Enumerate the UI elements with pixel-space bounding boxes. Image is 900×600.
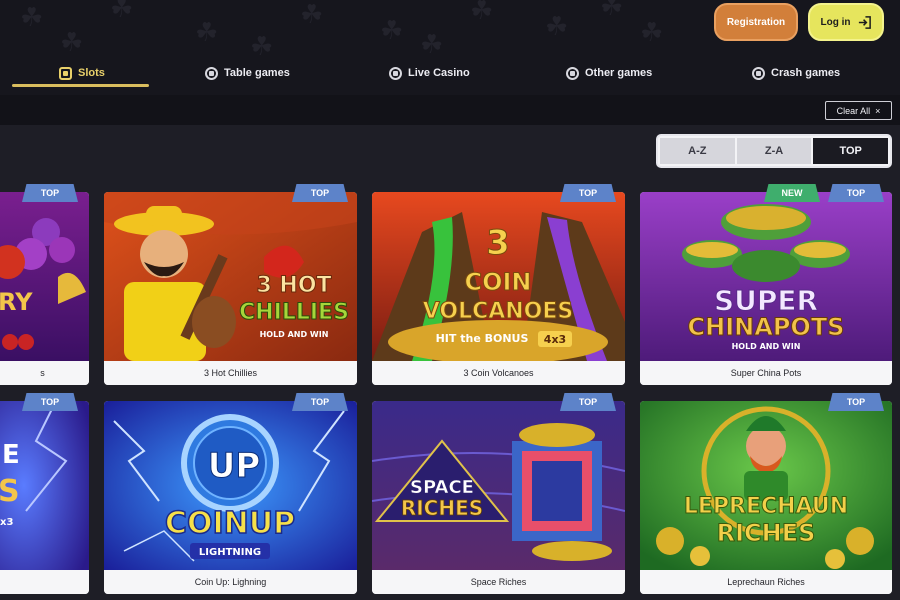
sort-top-button[interactable]: TOP	[813, 138, 889, 164]
svg-text:RY: RY	[0, 288, 33, 316]
game-name: Coin Up: Lighning	[104, 570, 357, 594]
game-thumbnail: 3 HOT CHILLIES HOLD AND WIN	[104, 192, 357, 361]
sort-toggle: A-Z Z-A TOP	[656, 134, 892, 168]
top-badge: TOP	[828, 393, 884, 411]
clear-all-label: Clear All	[836, 105, 871, 116]
svg-text:E: E	[2, 440, 20, 470]
game-art-subtitle: LIGHTNING	[199, 547, 261, 558]
game-art-title: RICHES	[717, 519, 816, 547]
clover-decoration-icon: ☘	[640, 18, 664, 48]
game-name: Space Riches	[372, 570, 625, 594]
game-card[interactable]: SPACE RICHES Space Riches	[372, 401, 625, 594]
clover-decoration-icon: ☘	[470, 0, 494, 26]
game-thumbnail: UP COINUP LIGHTNING	[104, 401, 357, 570]
game-art-title: 3 HOT	[256, 273, 331, 298]
game-art-subtitle: HOLD AND WIN	[732, 342, 801, 351]
tab-other-games[interactable]: Other games	[566, 56, 652, 90]
game-art-title: CHINAPOTS	[688, 313, 845, 341]
svg-text:x3: x3	[0, 517, 13, 528]
tab-label: Table games	[224, 67, 290, 79]
top-badge: TOP	[828, 184, 884, 202]
clover-decoration-icon: ☘	[110, 0, 134, 24]
game-name: s	[0, 361, 89, 385]
clover-decoration-icon: ☘	[545, 12, 569, 42]
clover-decoration-icon: ☘	[420, 30, 444, 60]
login-label: Log in	[820, 16, 851, 28]
game-thumbnail: RY	[0, 192, 89, 361]
game-card[interactable]: RY s	[0, 192, 89, 385]
game-art-title: RICHES	[401, 496, 483, 520]
tab-table-games[interactable]: Table games	[205, 56, 290, 90]
top-badge: TOP	[22, 184, 78, 202]
other-games-icon	[566, 66, 579, 80]
live-casino-icon	[389, 66, 402, 80]
tab-label: Live Casino	[408, 67, 470, 79]
login-button[interactable]: Log in	[808, 3, 884, 41]
game-name: 3 Hot Chillies	[104, 361, 357, 385]
game-card[interactable]: LEPRECHAUN RICHES Leprechaun Riches	[640, 401, 892, 594]
game-card[interactable]: SUPER CHINAPOTS HOLD AND WIN Super China…	[640, 192, 892, 385]
clover-decoration-icon: ☘	[300, 0, 324, 30]
slots-icon	[59, 66, 72, 80]
game-thumbnail: 3 COIN VOLCANOES HIT the BONUS 4x3	[372, 192, 625, 361]
game-art-title: 3	[486, 223, 510, 263]
game-name: 3 Coin Volcanoes	[372, 361, 625, 385]
svg-text:S: S	[0, 474, 20, 509]
game-card[interactable]: UP COINUP LIGHTNING Coin Up: Lighning	[104, 401, 357, 594]
game-art-title: VOLCANOES	[423, 299, 574, 324]
top-badge: TOP	[560, 393, 616, 411]
tab-crash-games[interactable]: Crash games	[752, 56, 840, 90]
tab-label: Crash games	[771, 67, 841, 79]
game-art-title: LEPRECHAUN	[684, 494, 848, 519]
game-thumbnail: SPACE RICHES	[372, 401, 625, 570]
crash-games-icon	[752, 66, 765, 80]
top-badge: TOP	[22, 393, 78, 411]
game-name	[0, 570, 89, 594]
clover-decoration-icon: ☘	[380, 16, 404, 46]
top-badge: TOP	[292, 393, 348, 411]
active-tab-underline	[12, 84, 149, 87]
sort-a-z-button[interactable]: A-Z	[660, 138, 735, 164]
sort-z-a-button[interactable]: Z-A	[736, 138, 812, 164]
game-name: Super China Pots	[640, 361, 892, 385]
game-name: Leprechaun Riches	[640, 570, 892, 594]
game-art-title: CHILLIES	[239, 300, 349, 325]
game-art-subtitle: 4x3	[544, 333, 566, 346]
game-art-title: SPACE	[410, 477, 474, 498]
game-art-title: UP	[208, 446, 261, 486]
top-badge: TOP	[560, 184, 616, 202]
filter-bar	[0, 95, 900, 125]
clover-decoration-icon: ☘	[20, 3, 44, 33]
tab-live-casino[interactable]: Live Casino	[389, 56, 470, 90]
game-art-subtitle: HOLD AND WIN	[260, 330, 329, 339]
table-games-icon	[205, 66, 218, 80]
tab-label: Other games	[585, 67, 653, 79]
header: ☘ ☘ ☘ ☘ ☘ ☘ ☘ ☘ ☘ ☘ ☘ ☘ Registration Log…	[0, 0, 900, 95]
registration-button[interactable]: Registration	[714, 3, 798, 41]
tab-label: Slots	[78, 67, 105, 79]
game-art-title: COIN	[464, 268, 531, 296]
game-thumbnail: SUPER CHINAPOTS HOLD AND WIN	[640, 192, 892, 361]
new-badge: NEW	[764, 184, 820, 202]
game-card[interactable]: 3 COIN VOLCANOES HIT the BONUS 4x3 3 Coi…	[372, 192, 625, 385]
clover-decoration-icon: ☘	[60, 28, 84, 58]
clear-all-button[interactable]: Clear All ×	[825, 101, 892, 120]
close-icon: ×	[875, 105, 881, 116]
game-thumbnail: E S x3	[0, 401, 89, 570]
registration-label: Registration	[726, 16, 786, 28]
game-art-subtitle: HIT the BONUS	[436, 332, 529, 345]
top-badge: TOP	[292, 184, 348, 202]
login-arrow-icon	[858, 15, 871, 29]
clover-decoration-icon: ☘	[600, 0, 624, 22]
game-card[interactable]: E S x3	[0, 401, 89, 594]
game-art-title: COINUP	[165, 506, 295, 541]
clover-decoration-icon: ☘	[195, 18, 219, 48]
game-thumbnail: LEPRECHAUN RICHES	[640, 401, 892, 570]
game-card[interactable]: 3 HOT CHILLIES HOLD AND WIN 3 Hot Chilli…	[104, 192, 357, 385]
